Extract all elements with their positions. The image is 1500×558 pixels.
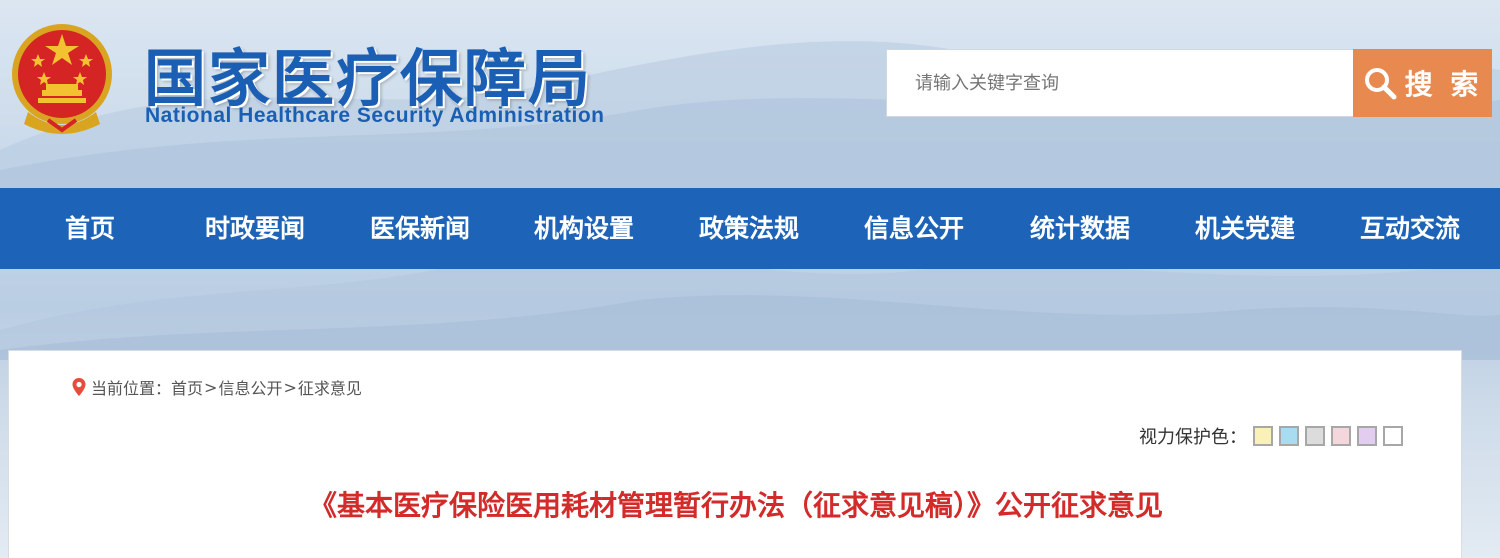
search-button[interactable]: 搜 索 [1353, 49, 1492, 117]
nav-item-policy[interactable]: 政策法规 [689, 188, 809, 269]
search-icon [1364, 68, 1397, 100]
nav-item-home[interactable]: 首页 [40, 188, 140, 269]
color-swatch-yellow[interactable] [1253, 426, 1273, 446]
nav-item-news[interactable]: 医保新闻 [360, 188, 480, 269]
breadcrumb: 当前位置： 首页 > 信息公开 > 征求意见 [71, 375, 362, 399]
main-nav: 首页 时政要闻 医保新闻 机构设置 政策法规 信息公开 统计数据 机关党建 互动… [0, 188, 1500, 269]
vision-label: 视力保护色： [1139, 427, 1247, 448]
site-logo-subtitle[interactable]: National Healthcare Security Administrat… [145, 104, 605, 128]
breadcrumb-home[interactable]: 首页 [171, 375, 203, 399]
nav-item-organization[interactable]: 机构设置 [524, 188, 644, 269]
search-input[interactable] [886, 49, 1354, 117]
nav-item-current-affairs[interactable]: 时政要闻 [195, 188, 315, 269]
location-pin-icon [72, 378, 86, 396]
nav-item-interaction[interactable]: 互动交流 [1350, 188, 1470, 269]
nav-item-disclosure[interactable]: 信息公开 [854, 188, 974, 269]
breadcrumb-separator: > [204, 377, 218, 397]
breadcrumb-prefix: 当前位置： [91, 379, 172, 398]
color-swatch-white[interactable] [1383, 426, 1403, 446]
nav-item-statistics[interactable]: 统计数据 [1020, 188, 1140, 269]
breadcrumb-solicit-opinions[interactable]: 征求意见 [298, 375, 362, 399]
content-panel: 当前位置： 首页 > 信息公开 > 征求意见 视力保护色： 《基本医疗保险医用耗… [8, 350, 1462, 558]
nav-item-party[interactable]: 机关党建 [1185, 188, 1305, 269]
article-title: 《基本医疗保险医用耗材管理暂行办法（征求意见稿）》公开征求意见 [308, 489, 1163, 522]
color-swatch-blue[interactable] [1279, 426, 1299, 446]
breadcrumb-separator: > [283, 377, 297, 397]
search-button-label: 搜 索 [1404, 68, 1483, 101]
color-swatch-purple[interactable] [1357, 426, 1377, 446]
site-header: 国家医疗保障局 National Healthcare Security Adm… [0, 0, 1500, 188]
vision-protection-colors: 视力保护色： [1139, 423, 1403, 449]
color-swatch-gray[interactable] [1305, 426, 1325, 446]
breadcrumb-disclosure[interactable]: 信息公开 [218, 375, 282, 399]
color-swatch-pink[interactable] [1331, 426, 1351, 446]
national-emblem-icon[interactable] [8, 20, 116, 136]
